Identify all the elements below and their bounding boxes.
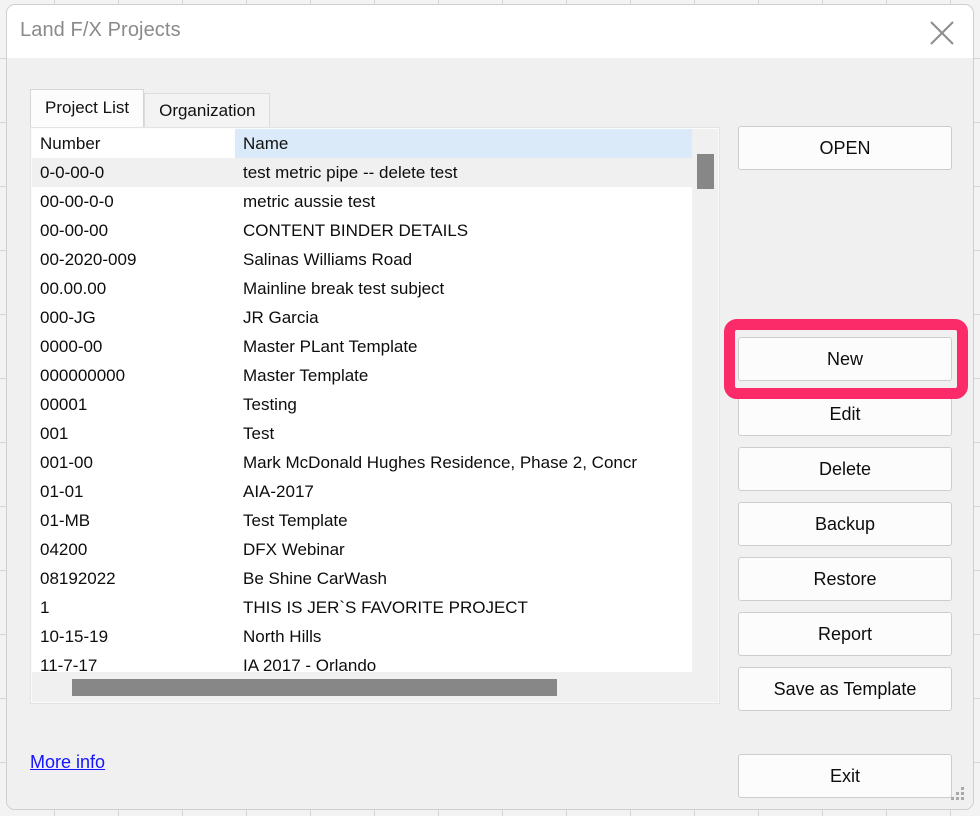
tab-project-list[interactable]: Project List: [30, 89, 145, 127]
tabstrip: Project List Organization: [30, 89, 271, 127]
cell-number: 08192022: [40, 569, 116, 588]
cell-name: metric aussie test: [243, 192, 376, 211]
cell-number: 1: [40, 598, 50, 617]
cell-number: 04200: [40, 540, 88, 559]
table-row[interactable]: 001-00 Mark McDonald Hughes Residence, Ph…: [32, 448, 692, 477]
table-row[interactable]: 10-15-19 North Hills: [32, 622, 692, 651]
column-header-name[interactable]: Name: [235, 129, 692, 158]
cell-name: Test: [243, 424, 275, 443]
cell-name: Testing: [243, 395, 297, 414]
table-row[interactable]: 0000-00 Master PLant Template: [32, 332, 692, 361]
cell-name: North Hills: [243, 627, 322, 646]
cell-name: AIA-2017: [243, 482, 314, 501]
cell-name: Test Template: [243, 511, 348, 530]
cell-number: 0000-00: [40, 337, 103, 356]
horizontal-scrollbar-thumb[interactable]: [72, 679, 557, 696]
cell-name: Be Shine CarWash: [243, 569, 387, 588]
cell-name: THIS IS JER`S FAVORITE PROJECT: [243, 598, 528, 617]
cell-number: 00.00.00: [40, 279, 107, 298]
report-button[interactable]: Report: [738, 612, 952, 656]
save-as-template-button[interactable]: Save as Template: [738, 667, 952, 711]
cell-name: Salinas Williams Road: [243, 250, 413, 269]
cell-name: Master PLant Template: [243, 337, 418, 356]
cell-name: Mark McDonald Hughes Residence, Phase 2,…: [243, 453, 638, 472]
cell-number: 11-7-17: [40, 656, 98, 673]
table-row[interactable]: 001 Test: [32, 419, 692, 448]
cell-number: 00-00-0-0: [40, 192, 114, 211]
table-row[interactable]: 00001 Testing: [32, 390, 692, 419]
cell-name: Master Template: [243, 366, 369, 385]
cell-number: 001-00: [40, 453, 93, 472]
cell-name: DFX Webinar: [243, 540, 345, 559]
table-row[interactable]: 0-0-00-0 test metric pipe -- delete test: [32, 158, 692, 187]
table-row[interactable]: 00.00.00 Mainline break test subject: [32, 274, 692, 303]
cell-number: 000-JG: [40, 308, 96, 327]
cell-name: test metric pipe -- delete test: [243, 163, 458, 182]
window-title: Land F/X Projects: [20, 19, 181, 41]
cell-number: 00-2020-009: [40, 250, 137, 269]
cell-name: IA 2017 - Orlando: [243, 656, 377, 673]
more-info-link[interactable]: More info: [30, 752, 105, 773]
table-row[interactable]: 000000000 Master Template: [32, 361, 692, 390]
cell-name: Mainline break test subject: [243, 279, 445, 298]
table-row[interactable]: 00-2020-009 Salinas Williams Road: [32, 245, 692, 274]
table-row[interactable]: 1 THIS IS JER`S FAVORITE PROJECT: [32, 593, 692, 622]
backup-button[interactable]: Backup: [738, 502, 952, 546]
table-row[interactable]: 00-00-00 CONTENT BINDER DETAILS: [32, 216, 692, 245]
cell-number: 01-MB: [40, 511, 91, 530]
dialog-body: Project List Organization Number Name 0-0…: [7, 58, 973, 809]
close-icon[interactable]: [911, 5, 973, 58]
tab-organization[interactable]: Organization: [144, 93, 271, 127]
table-row[interactable]: 000-JG JR Garcia: [32, 303, 692, 332]
cell-number: 0-0-00-0: [40, 163, 105, 182]
cell-name: JR Garcia: [243, 308, 319, 327]
project-list-panel: Number Name 0-0-00-0 test metric pipe -- …: [30, 127, 720, 704]
table-row[interactable]: 08192022 Be Shine CarWash: [32, 564, 692, 593]
cell-number: 00001: [40, 395, 88, 414]
cell-number: 01-01: [40, 482, 84, 501]
horizontal-scrollbar[interactable]: [32, 672, 718, 702]
cell-number: 10-15-19: [40, 627, 109, 646]
table-row[interactable]: 01-01 AIA-2017: [32, 477, 692, 506]
delete-button[interactable]: Delete: [738, 447, 952, 491]
cell-number: 00-00-00: [40, 221, 109, 240]
table-row[interactable]: 04200 DFX Webinar: [32, 535, 692, 564]
list-header-row: Number Name: [32, 129, 692, 158]
restore-button[interactable]: Restore: [738, 557, 952, 601]
table-row[interactable]: 01-MB Test Template: [32, 506, 692, 535]
column-header-number[interactable]: Number: [32, 129, 235, 158]
list-rows: 0-0-00-0 test metric pipe -- delete test 0…: [32, 158, 692, 673]
land-fx-projects-window: Land F/X Projects Project List Organizati…: [6, 4, 974, 810]
table-row[interactable]: 00-00-0-0 metric aussie test: [32, 187, 692, 216]
open-button[interactable]: OPEN: [738, 126, 952, 170]
new-button[interactable]: New: [738, 337, 952, 381]
project-list-viewport: Number Name 0-0-00-0 test metric pipe -- …: [32, 129, 692, 673]
edit-button[interactable]: Edit: [738, 392, 952, 436]
window-titlebar: Land F/X Projects: [7, 5, 973, 58]
vertical-scrollbar-thumb[interactable]: [697, 154, 714, 189]
resize-grip[interactable]: [949, 785, 965, 801]
cell-number: 001: [40, 424, 69, 443]
cell-name: CONTENT BINDER DETAILS: [243, 221, 469, 240]
cell-number: 000000000: [40, 366, 126, 385]
vertical-scrollbar[interactable]: [692, 129, 718, 673]
exit-button[interactable]: Exit: [738, 754, 952, 798]
table-row[interactable]: 11-7-17 IA 2017 - Orlando: [32, 651, 692, 673]
